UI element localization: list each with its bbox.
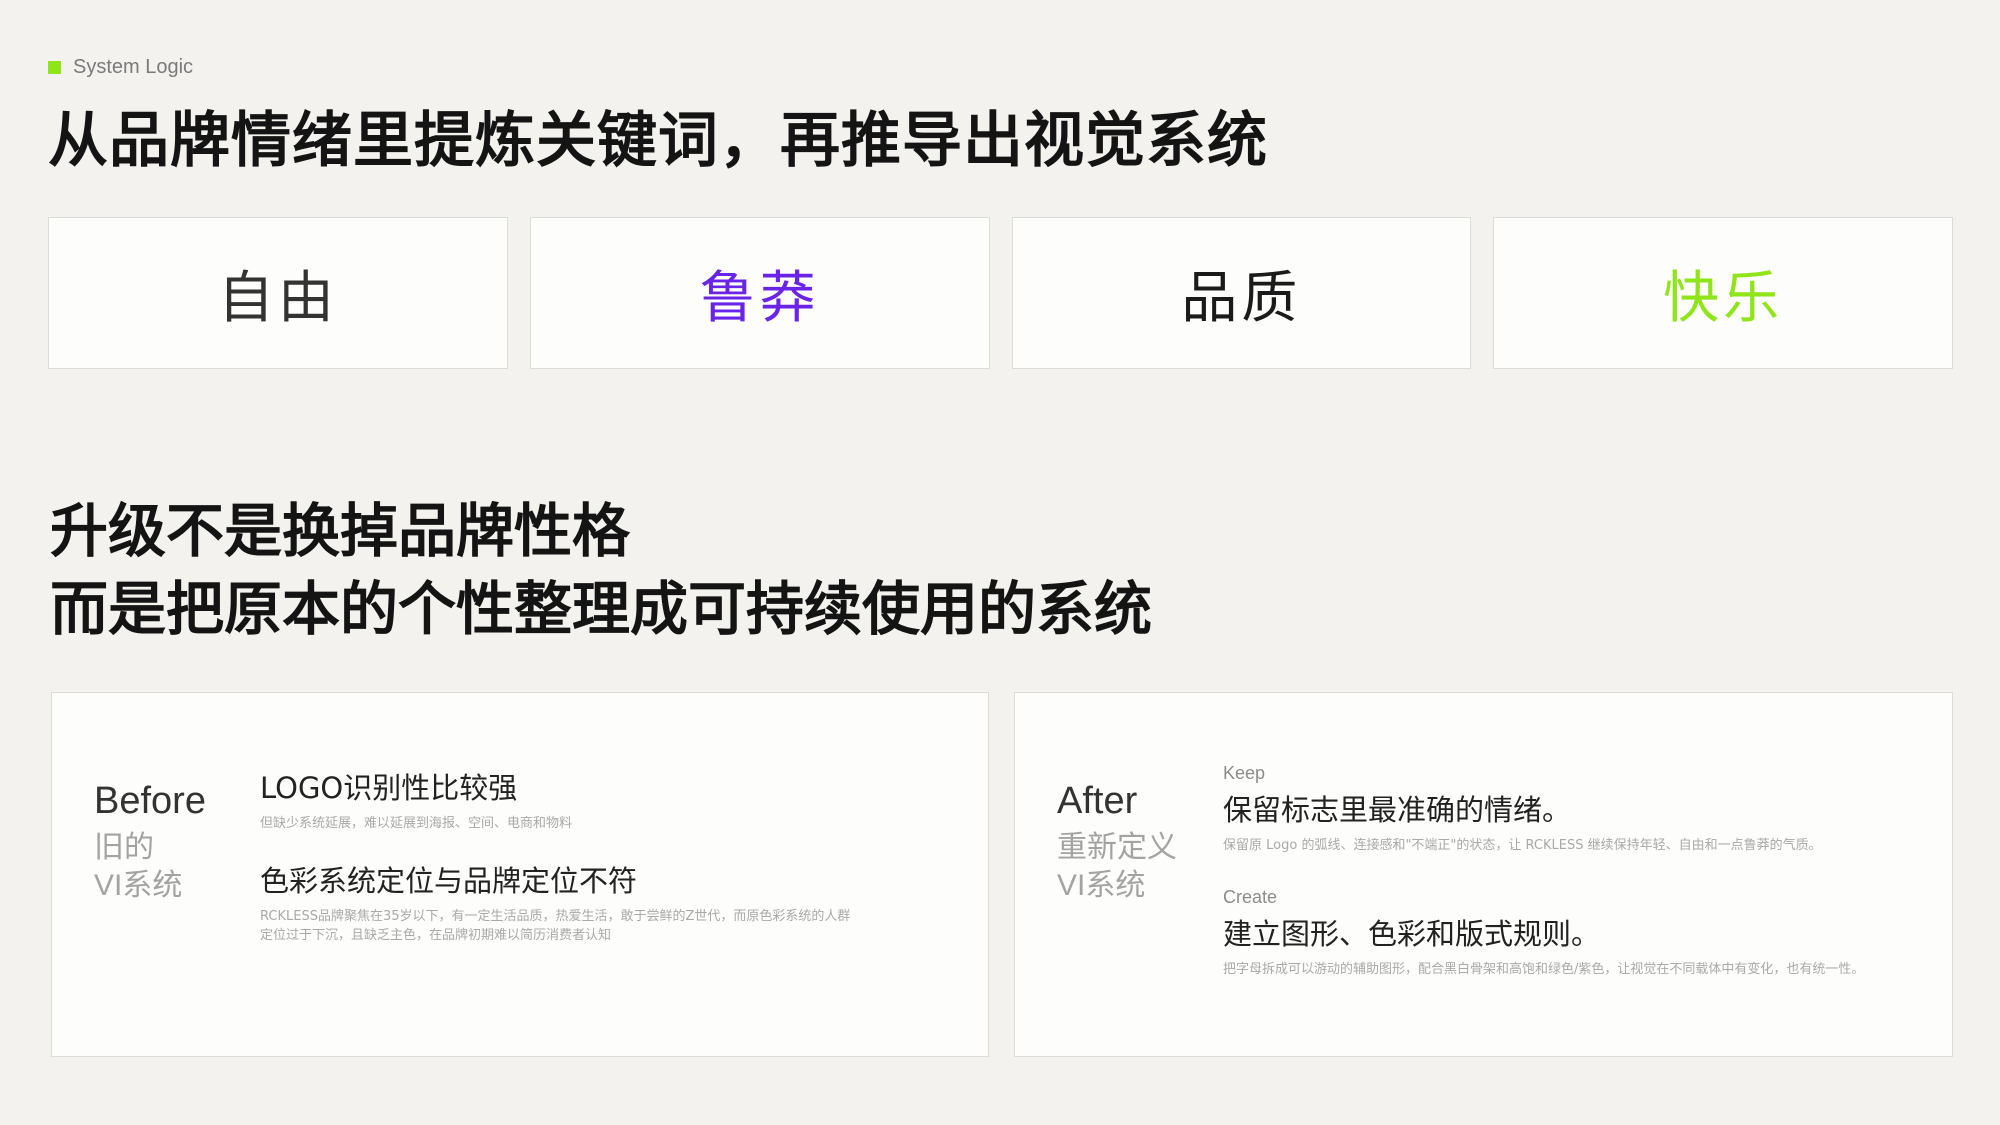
after-item-title: 建立图形、色彩和版式规则。 [1223,917,1601,951]
page-title: 从品牌情绪里提炼关键词，再推导出视觉系统 [48,106,1268,176]
keyword-label: 鲁莽 [699,265,820,331]
before-label: Before 旧的 VI系统 [94,777,206,905]
keyword-label: 自由 [217,265,338,331]
keyword-card-quality: 品质 [1011,217,1472,369]
after-card: After 重新定义 VI系统 Keep 保留标志里最准确的情绪。 保留原 Lo… [1014,692,1953,1057]
subtitle-line-1: 升级不是换掉品牌性格 [50,497,631,565]
section-subtitle: 升级不是换掉品牌性格 而是把原本的个性整理成可持续使用的系统 [50,492,1152,648]
keyword-card-reckless: 鲁莽 [529,217,990,369]
before-item-title: LOGO识别性比较强 [260,771,518,805]
after-label-zh1: 重新定义 [1057,831,1177,864]
before-item-title: 色彩系统定位与品牌定位不符 [260,864,638,898]
before-label-en: Before [94,780,206,822]
after-item-desc: 保留原 Logo 的弧线、连接感和"不端正"的状态，让 RCKLESS 继续保持… [1223,838,1822,853]
before-card: Before 旧的 VI系统 LOGO识别性比较强 但缺少系统延展，难以延展到海… [51,692,989,1057]
keyword-row: 自由 鲁莽 品质 快乐 [48,217,1953,369]
section-tag: System Logic [48,56,193,79]
after-label-en: After [1057,780,1138,822]
before-label-zh1: 旧的 [94,831,154,864]
before-item: 色彩系统定位与品牌定位不符 RCKLESS品牌聚焦在35岁以下，有一定生活品质，… [260,861,860,945]
before-item-desc: 但缺少系统延展，难以延展到海报、空间、电商和物料 [260,816,573,831]
keyword-card-freedom: 自由 [48,217,508,369]
after-item-keep: Keep 保留标志里最准确的情绪。 保留原 Logo 的弧线、连接感和"不端正"… [1223,763,1923,855]
after-item-label: Keep [1223,763,1266,783]
before-item: LOGO识别性比较强 但缺少系统延展，难以延展到海报、空间、电商和物料 [260,768,960,833]
before-item-desc: RCKLESS品牌聚焦在35岁以下，有一定生活品质，热爱生活，敢于尝鲜的Z世代，… [260,909,851,943]
after-label: After 重新定义 VI系统 [1057,777,1177,905]
after-item-label: Create [1223,887,1278,907]
section-tag-label: System Logic [73,56,194,78]
keyword-label: 快乐 [1663,265,1784,331]
after-item-desc: 把字母拆成可以游动的辅助图形，配合黑白骨架和高饱和绿色/紫色，让视觉在不同载体中… [1223,962,1865,977]
keyword-label: 品质 [1181,265,1302,331]
before-label-zh2: VI系统 [94,869,183,902]
after-item-title: 保留标志里最准确的情绪。 [1223,793,1572,827]
subtitle-line-2: 而是把原本的个性整理成可持续使用的系统 [50,575,1153,643]
tag-square-icon [48,61,61,74]
after-item-create: Create 建立图形、色彩和版式规则。 把字母拆成可以游动的辅助图形，配合黑白… [1223,887,1923,979]
keyword-card-happy: 快乐 [1493,217,1953,369]
after-label-zh2: VI系统 [1057,869,1146,902]
